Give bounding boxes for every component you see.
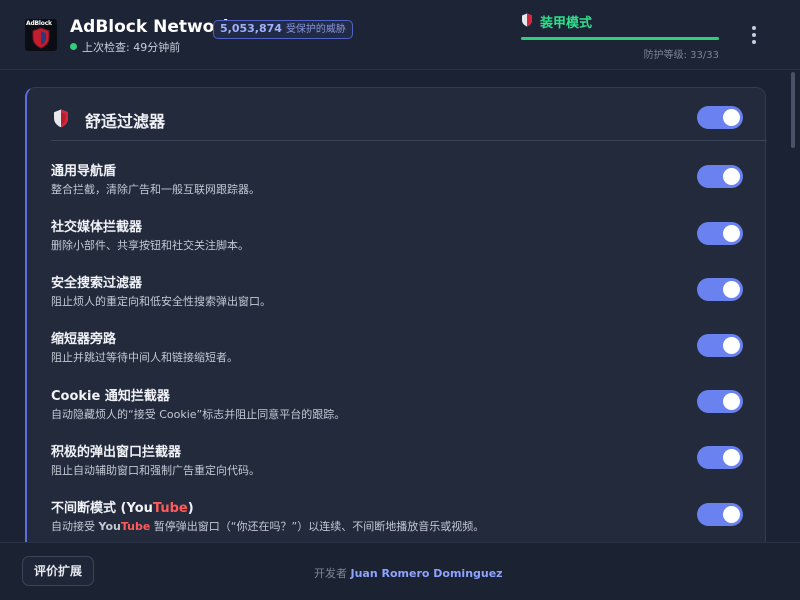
filter-card: 舒适过滤器 通用导航盾 整合拦截，清除广告和一般互联网跟踪器。 社交媒体拦截器 … (25, 87, 767, 542)
filter-description: 自动隐藏烦人的“接受 Cookie”标志并阻止同意平台的跟踪。 (51, 408, 346, 421)
filter-description: 阻止并跳过等待中间人和链接缩短者。 (51, 351, 238, 364)
developer-prefix: 开发者 (314, 567, 347, 580)
developer-credit: 开发者 Juan Romero Dominguez (314, 565, 503, 581)
status-dot-icon (70, 43, 77, 50)
filter-toggle[interactable] (697, 278, 743, 301)
scrollbar[interactable] (791, 72, 795, 148)
filter-toggle[interactable] (697, 222, 743, 245)
filter-toggle[interactable] (697, 165, 743, 188)
main-content: 舒适过滤器 通用导航盾 整合拦截，清除广告和一般互联网跟踪器。 社交媒体拦截器 … (0, 71, 800, 542)
filter-toggle[interactable] (697, 446, 743, 469)
shield-logo-icon (32, 27, 50, 49)
rate-extension-button[interactable]: 评价扩展 (22, 556, 94, 586)
last-check-status: 上次检查: 49分钟前 (82, 41, 181, 54)
shield-icon (522, 13, 532, 27)
filter-title: 社交媒体拦截器 (51, 220, 143, 235)
app-title: AdBlock Network (70, 17, 235, 37)
footer-bar: 评价扩展 开发者 Juan Romero Dominguez (0, 542, 800, 600)
filter-title: Cookie 通知拦截器 (51, 389, 170, 404)
shield-icon (54, 109, 68, 128)
youtube-highlight: Tube (120, 520, 151, 533)
filter-description: 删除小部件、共享按钮和社交关注脚本。 (51, 239, 249, 252)
armor-mode-label: 装甲模式 (540, 16, 593, 31)
divider (51, 140, 767, 141)
developer-name[interactable]: Juan Romero Dominguez (351, 567, 503, 580)
protection-level-fill (521, 37, 719, 40)
app-logo: AdBlock (25, 19, 57, 51)
master-toggle[interactable] (697, 106, 743, 129)
filter-title: 安全搜索过滤器 (51, 276, 143, 291)
protection-level-bar (521, 37, 719, 40)
card-title: 舒适过滤器 (85, 112, 166, 131)
more-options-icon[interactable] (748, 26, 760, 46)
filter-title: 不间断模式 (YouTube) (51, 501, 194, 516)
filter-title: 缩短器旁路 (51, 332, 117, 347)
youtube-highlight: You (98, 520, 121, 533)
protection-level-text: 防护等级: 33/33 (643, 50, 719, 61)
header-bar: AdBlock AdBlock Network 5,053,874 受保护的威胁 … (0, 0, 800, 70)
logo-text: AdBlock (26, 20, 52, 27)
blocked-count: 5,053,874 (220, 22, 282, 35)
filter-title: 积极的弹出窗口拦截器 (51, 445, 182, 460)
blocked-label: 受保护的威胁 (285, 24, 346, 35)
youtube-highlight: Tube (152, 501, 188, 516)
filter-toggle[interactable] (697, 503, 743, 526)
filter-title: 通用导航盾 (51, 164, 117, 179)
filter-description: 整合拦截，清除广告和一般互联网跟踪器。 (51, 183, 260, 196)
filter-toggle[interactable] (697, 334, 743, 357)
blocked-count-badge: 5,053,874 受保护的威胁 (213, 20, 353, 39)
filter-toggle[interactable] (697, 390, 743, 413)
filter-description: 阻止自动辅助窗口和强制广告重定向代码。 (51, 464, 260, 477)
filter-description: 自动接受 YouTube 暂停弹出窗口（“你还在吗？”）以连续、不间断地播放音乐… (51, 520, 485, 533)
filter-description: 阻止烦人的重定向和低安全性搜索弹出窗口。 (51, 295, 271, 308)
